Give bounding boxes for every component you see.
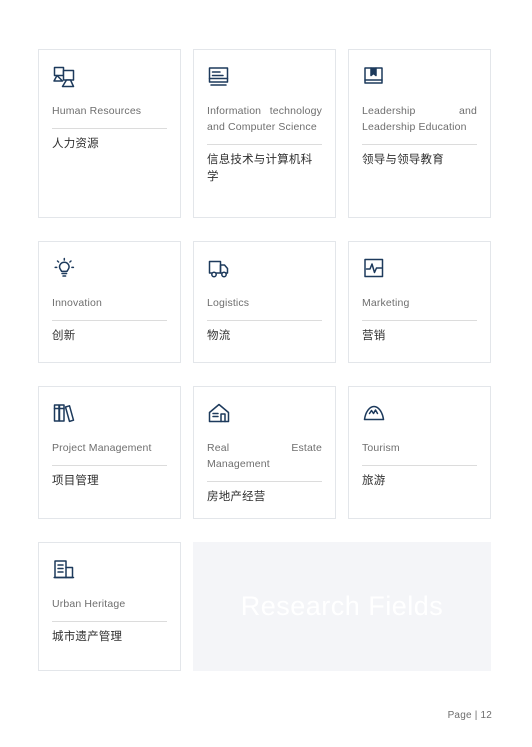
field-card-logistics[interactable]: Logistics 物流 [193,241,336,363]
field-card-real-estate[interactable]: Real Estate Management 房地产经营 [193,386,336,519]
delivery-truck-icon [207,256,233,282]
document-page: Human Resources 人力资源 Information technol… [0,0,532,747]
card-divider [362,144,477,145]
field-title-zh: 信息技术与计算机科学 [207,154,313,183]
book-bookmark-icon [362,64,388,90]
field-title-zh: 营销 [362,330,386,342]
field-title-zh: 项目管理 [52,475,99,487]
field-title-zh: 城市遗产管理 [52,631,123,643]
card-divider [362,465,477,466]
field-card-urban-heritage[interactable]: Urban Heritage 城市遗产管理 [38,542,181,671]
field-title-zh: 物流 [207,330,231,342]
field-title-en: Marketing [362,297,410,309]
field-title-zh: 房地产经营 [207,491,266,503]
field-card-tourism[interactable]: Tourism 旅游 [348,386,491,519]
pulse-chart-icon [362,256,388,282]
field-card-marketing[interactable]: Marketing 营销 [348,241,491,363]
card-divider [362,320,477,321]
field-title-en: Logistics [207,297,250,309]
page-footer: Page | 12 [447,710,492,721]
field-title-zh: 人力资源 [52,138,99,150]
field-title-en: Human Resources [52,105,142,117]
research-fields-grid: Human Resources 人力资源 Information technol… [38,49,492,671]
card-divider [207,481,322,482]
lightbulb-icon [52,256,78,282]
field-title-zh: 领导与领导教育 [362,154,444,166]
card-divider [52,320,167,321]
users-group-icon [52,64,78,90]
field-title-en: Project Management [52,442,152,454]
card-divider [52,128,167,129]
mountain-icon [362,401,388,427]
field-title-zh: 旅游 [362,475,386,487]
card-divider [207,144,322,145]
card-divider [207,320,322,321]
computer-monitor-icon [207,64,233,90]
field-title-en: Tourism [362,442,400,454]
field-title-en: Information technology and Computer Scie… [207,105,322,133]
field-title-zh: 创新 [52,330,76,342]
house-icon [207,401,233,427]
field-card-information-technology[interactable]: Information technology and Computer Scie… [193,49,336,218]
city-buildings-icon [52,557,78,583]
field-title-en: Real Estate Management [207,442,322,470]
research-fields-banner: Research Fields [193,542,491,671]
field-title-en: Leadership and Leadership Education [362,105,477,133]
card-divider [52,621,167,622]
field-card-leadership[interactable]: Leadership and Leadership Education 领导与领… [348,49,491,218]
field-card-project-management[interactable]: Project Management 项目管理 [38,386,181,519]
card-divider [52,465,167,466]
field-card-human-resources[interactable]: Human Resources 人力资源 [38,49,181,218]
field-card-innovation[interactable]: Innovation 创新 [38,241,181,363]
field-title-en: Urban Heritage [52,598,126,610]
books-shelf-icon [52,401,78,427]
banner-title: Research Fields [240,591,444,621]
field-title-en: Innovation [52,297,102,309]
